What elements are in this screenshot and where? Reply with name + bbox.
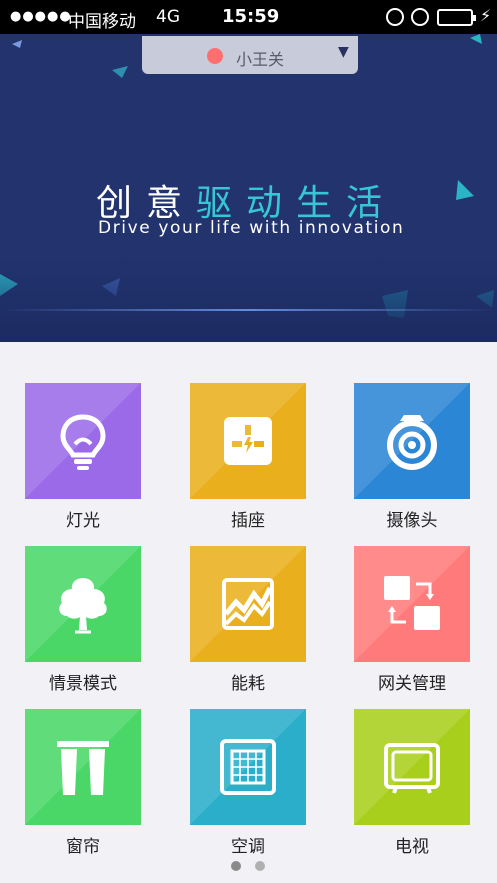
tile-tv[interactable] (354, 709, 470, 825)
air-conditioner-icon (220, 739, 276, 795)
tile-label: 插座 (231, 511, 265, 531)
carrier-name: 中国移动 (68, 12, 136, 32)
tile-tree[interactable] (25, 546, 141, 662)
tile-bulb[interactable] (25, 383, 141, 499)
socket-icon (224, 417, 272, 465)
charging-icon: ⚡ (480, 6, 492, 25)
banner-fade (0, 254, 497, 342)
banner-light-line (0, 309, 497, 311)
tile-label: 能耗 (231, 674, 265, 694)
page-dot-2[interactable] (255, 861, 265, 871)
gateway-dropdown[interactable]: 小王关 ▼ (142, 36, 358, 74)
tile-label: 空调 (231, 837, 265, 857)
rotation-lock-icon (386, 8, 404, 26)
tv-icon (384, 743, 440, 794)
signal-strength-icon: ●●●●● (10, 9, 72, 24)
battery-icon (437, 9, 476, 26)
alarm-icon (411, 8, 429, 26)
gateway-status-dot (207, 48, 223, 64)
tile-curtain[interactable] (25, 709, 141, 825)
camera-icon (387, 415, 437, 470)
hero-banner: 创意驱动生活 Drive your life with innovation (0, 34, 497, 342)
tile-label: 电视 (395, 837, 429, 857)
tile-energy-chart[interactable] (190, 546, 306, 662)
tile-camera[interactable] (354, 383, 470, 499)
tile-label: 灯光 (66, 511, 100, 531)
tile-socket[interactable] (190, 383, 306, 499)
tile-label: 摄像头 (386, 511, 438, 531)
tile-gateway[interactable] (354, 546, 470, 662)
tile-label: 情景模式 (49, 674, 117, 694)
bulb-icon (60, 414, 106, 470)
energy-chart-icon (222, 578, 274, 630)
dropdown-arrow-icon: ▼ (338, 44, 349, 60)
tree-icon (59, 578, 107, 634)
gateway-name: 小王关 (236, 50, 285, 69)
status-time: 15:59 (222, 6, 280, 27)
status-bar: ●●●●● 中国移动 4G 15:59 ⚡ (0, 0, 497, 34)
network-type: 4G (156, 7, 180, 27)
curtain-icon (57, 741, 109, 795)
tile-label: 网关管理 (378, 674, 446, 694)
gateway-icon (384, 576, 440, 630)
tile-air-conditioner[interactable] (190, 709, 306, 825)
slogan-english: Drive your life with innovation (98, 218, 405, 238)
page-dot-1[interactable] (231, 861, 241, 871)
tile-label: 窗帘 (66, 837, 100, 857)
